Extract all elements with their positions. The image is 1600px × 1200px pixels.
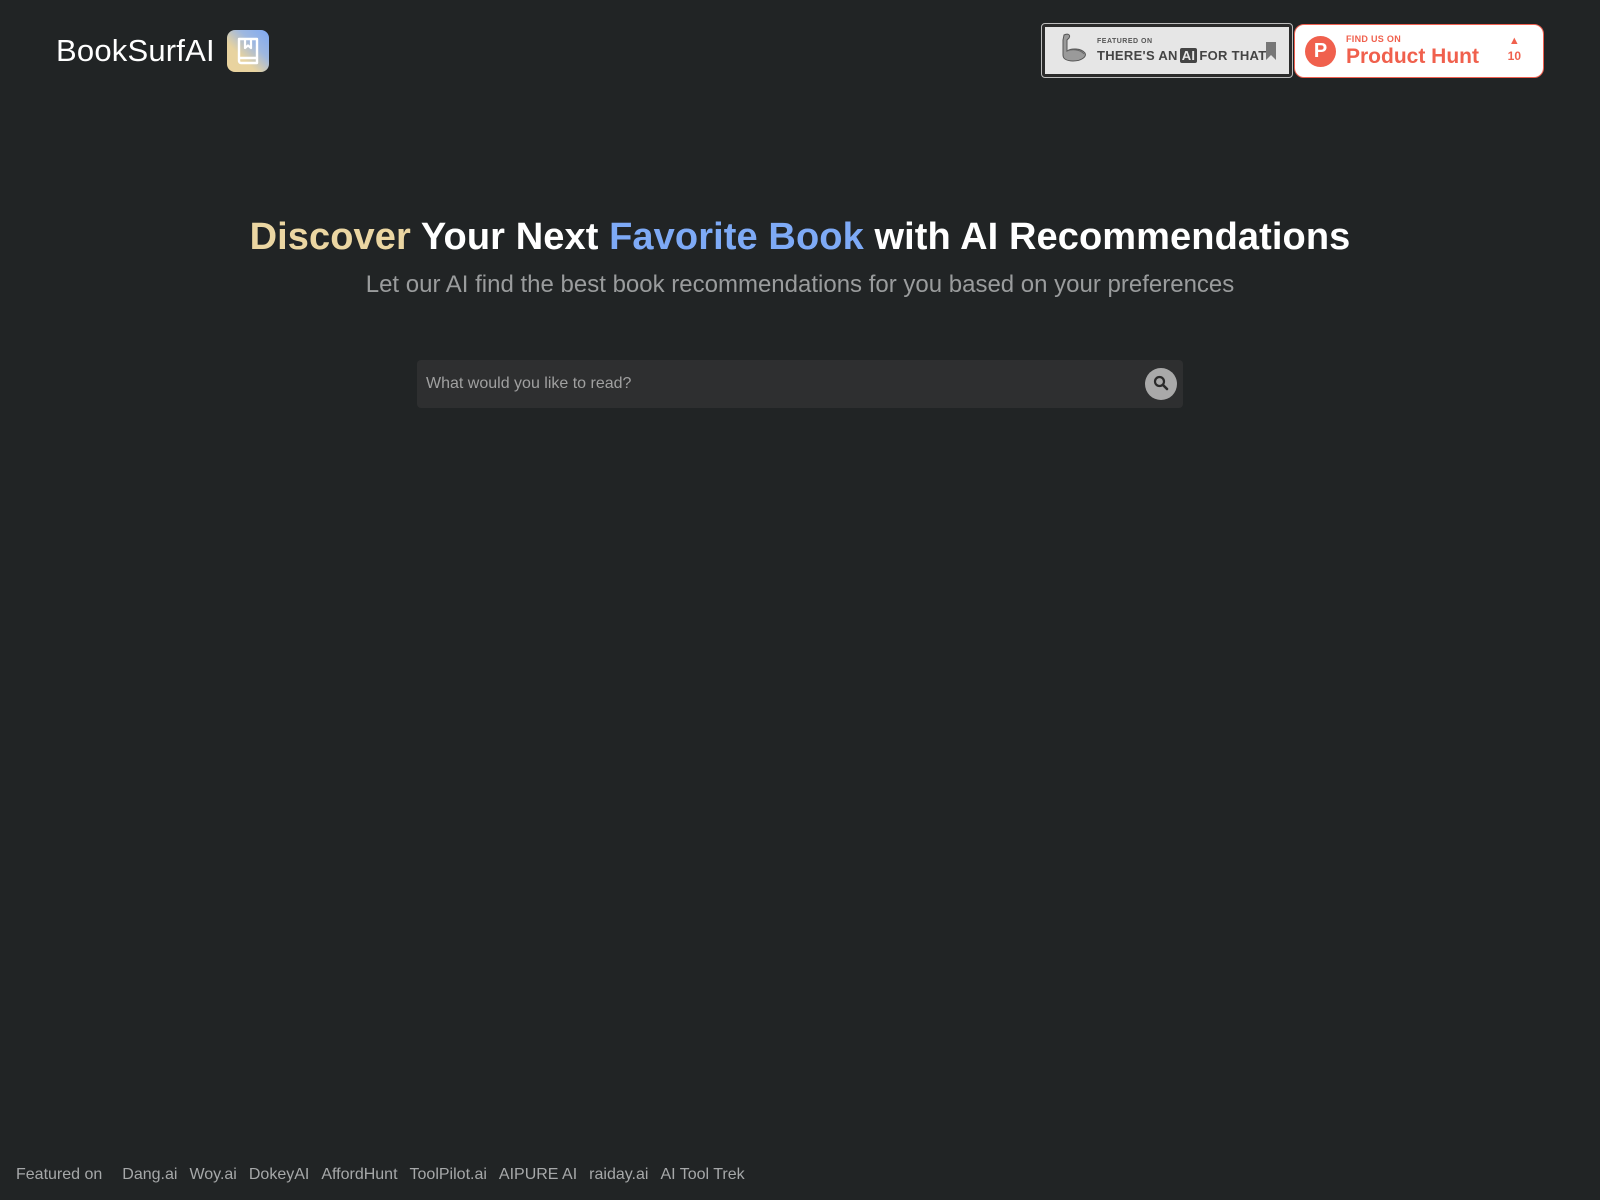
search-bar [417, 360, 1183, 408]
brand-link[interactable]: BookSurfAI [56, 30, 269, 72]
bookmark-icon [1265, 41, 1277, 66]
ph-big-label: Product Hunt [1346, 45, 1479, 68]
brand-name: BookSurfAI [56, 33, 215, 68]
featured-badges: FEATURED ON THERE'S AN AI FOR THAT P FIN… [1041, 23, 1544, 78]
taaft-big-label: THERE'S AN AI FOR THAT [1097, 48, 1267, 63]
hero: Discover Your Next Favorite Book with AI… [0, 216, 1600, 299]
title-highlight-discover: Discover [249, 216, 411, 258]
search-icon [1153, 375, 1169, 394]
product-hunt-text: FIND US ON Product Hunt [1346, 34, 1479, 68]
footer-link-aipure[interactable]: AIPURE AI [499, 1166, 577, 1184]
upvote-count: ▲ 10 [1507, 35, 1521, 64]
page-title: Discover Your Next Favorite Book with AI… [0, 216, 1600, 259]
theres-an-ai-for-that-badge[interactable]: FEATURED ON THERE'S AN AI FOR THAT [1041, 23, 1293, 78]
product-hunt-logo-icon: P [1305, 35, 1336, 67]
ph-small-label: FIND US ON [1346, 34, 1402, 44]
footer-featured: Featured on Dang.ai Woy.ai DokeyAI Affor… [16, 1166, 745, 1184]
footer-link-dokeyai[interactable]: DokeyAI [249, 1166, 309, 1184]
taaft-ai: AI [1179, 48, 1198, 63]
footer-link-ai-tool-trek[interactable]: AI Tool Trek [660, 1166, 744, 1184]
product-hunt-badge[interactable]: P FIND US ON Product Hunt ▲ 10 [1294, 24, 1544, 78]
taaft-small-label: FEATURED ON [1097, 38, 1153, 45]
title-highlight-favorite-book: Favorite Book [609, 216, 864, 258]
vote-count: 10 [1507, 49, 1521, 63]
footer-link-toolpilot[interactable]: ToolPilot.ai [410, 1166, 487, 1184]
book-bookmark-icon [226, 30, 269, 72]
header: BookSurfAI FEATURED ON THERE'S AN AI FOR… [0, 0, 1600, 100]
upvote-arrow-icon: ▲ [1508, 35, 1520, 47]
footer-link-raiday[interactable]: raiday.ai [589, 1166, 648, 1184]
taaft-prefix: THERE'S AN [1097, 48, 1178, 63]
page-subtitle: Let our AI find the best book recommenda… [365, 271, 1235, 298]
title-text-1: Your Next [410, 216, 610, 258]
title-text-2: with AI Recommendations [863, 216, 1351, 258]
footer-link-affordhunt[interactable]: AffordHunt [321, 1166, 397, 1184]
featured-on-label: Featured on [16, 1166, 103, 1183]
taaft-suffix: FOR THAT [1199, 48, 1267, 63]
taaft-text: FEATURED ON THERE'S AN AI FOR THAT [1097, 38, 1267, 63]
flexed-arm-icon [1055, 31, 1089, 70]
search-input[interactable] [417, 360, 1145, 408]
search-button[interactable] [1145, 368, 1177, 400]
footer-link-dang[interactable]: Dang.ai [122, 1166, 177, 1184]
footer-link-woy[interactable]: Woy.ai [189, 1166, 236, 1184]
